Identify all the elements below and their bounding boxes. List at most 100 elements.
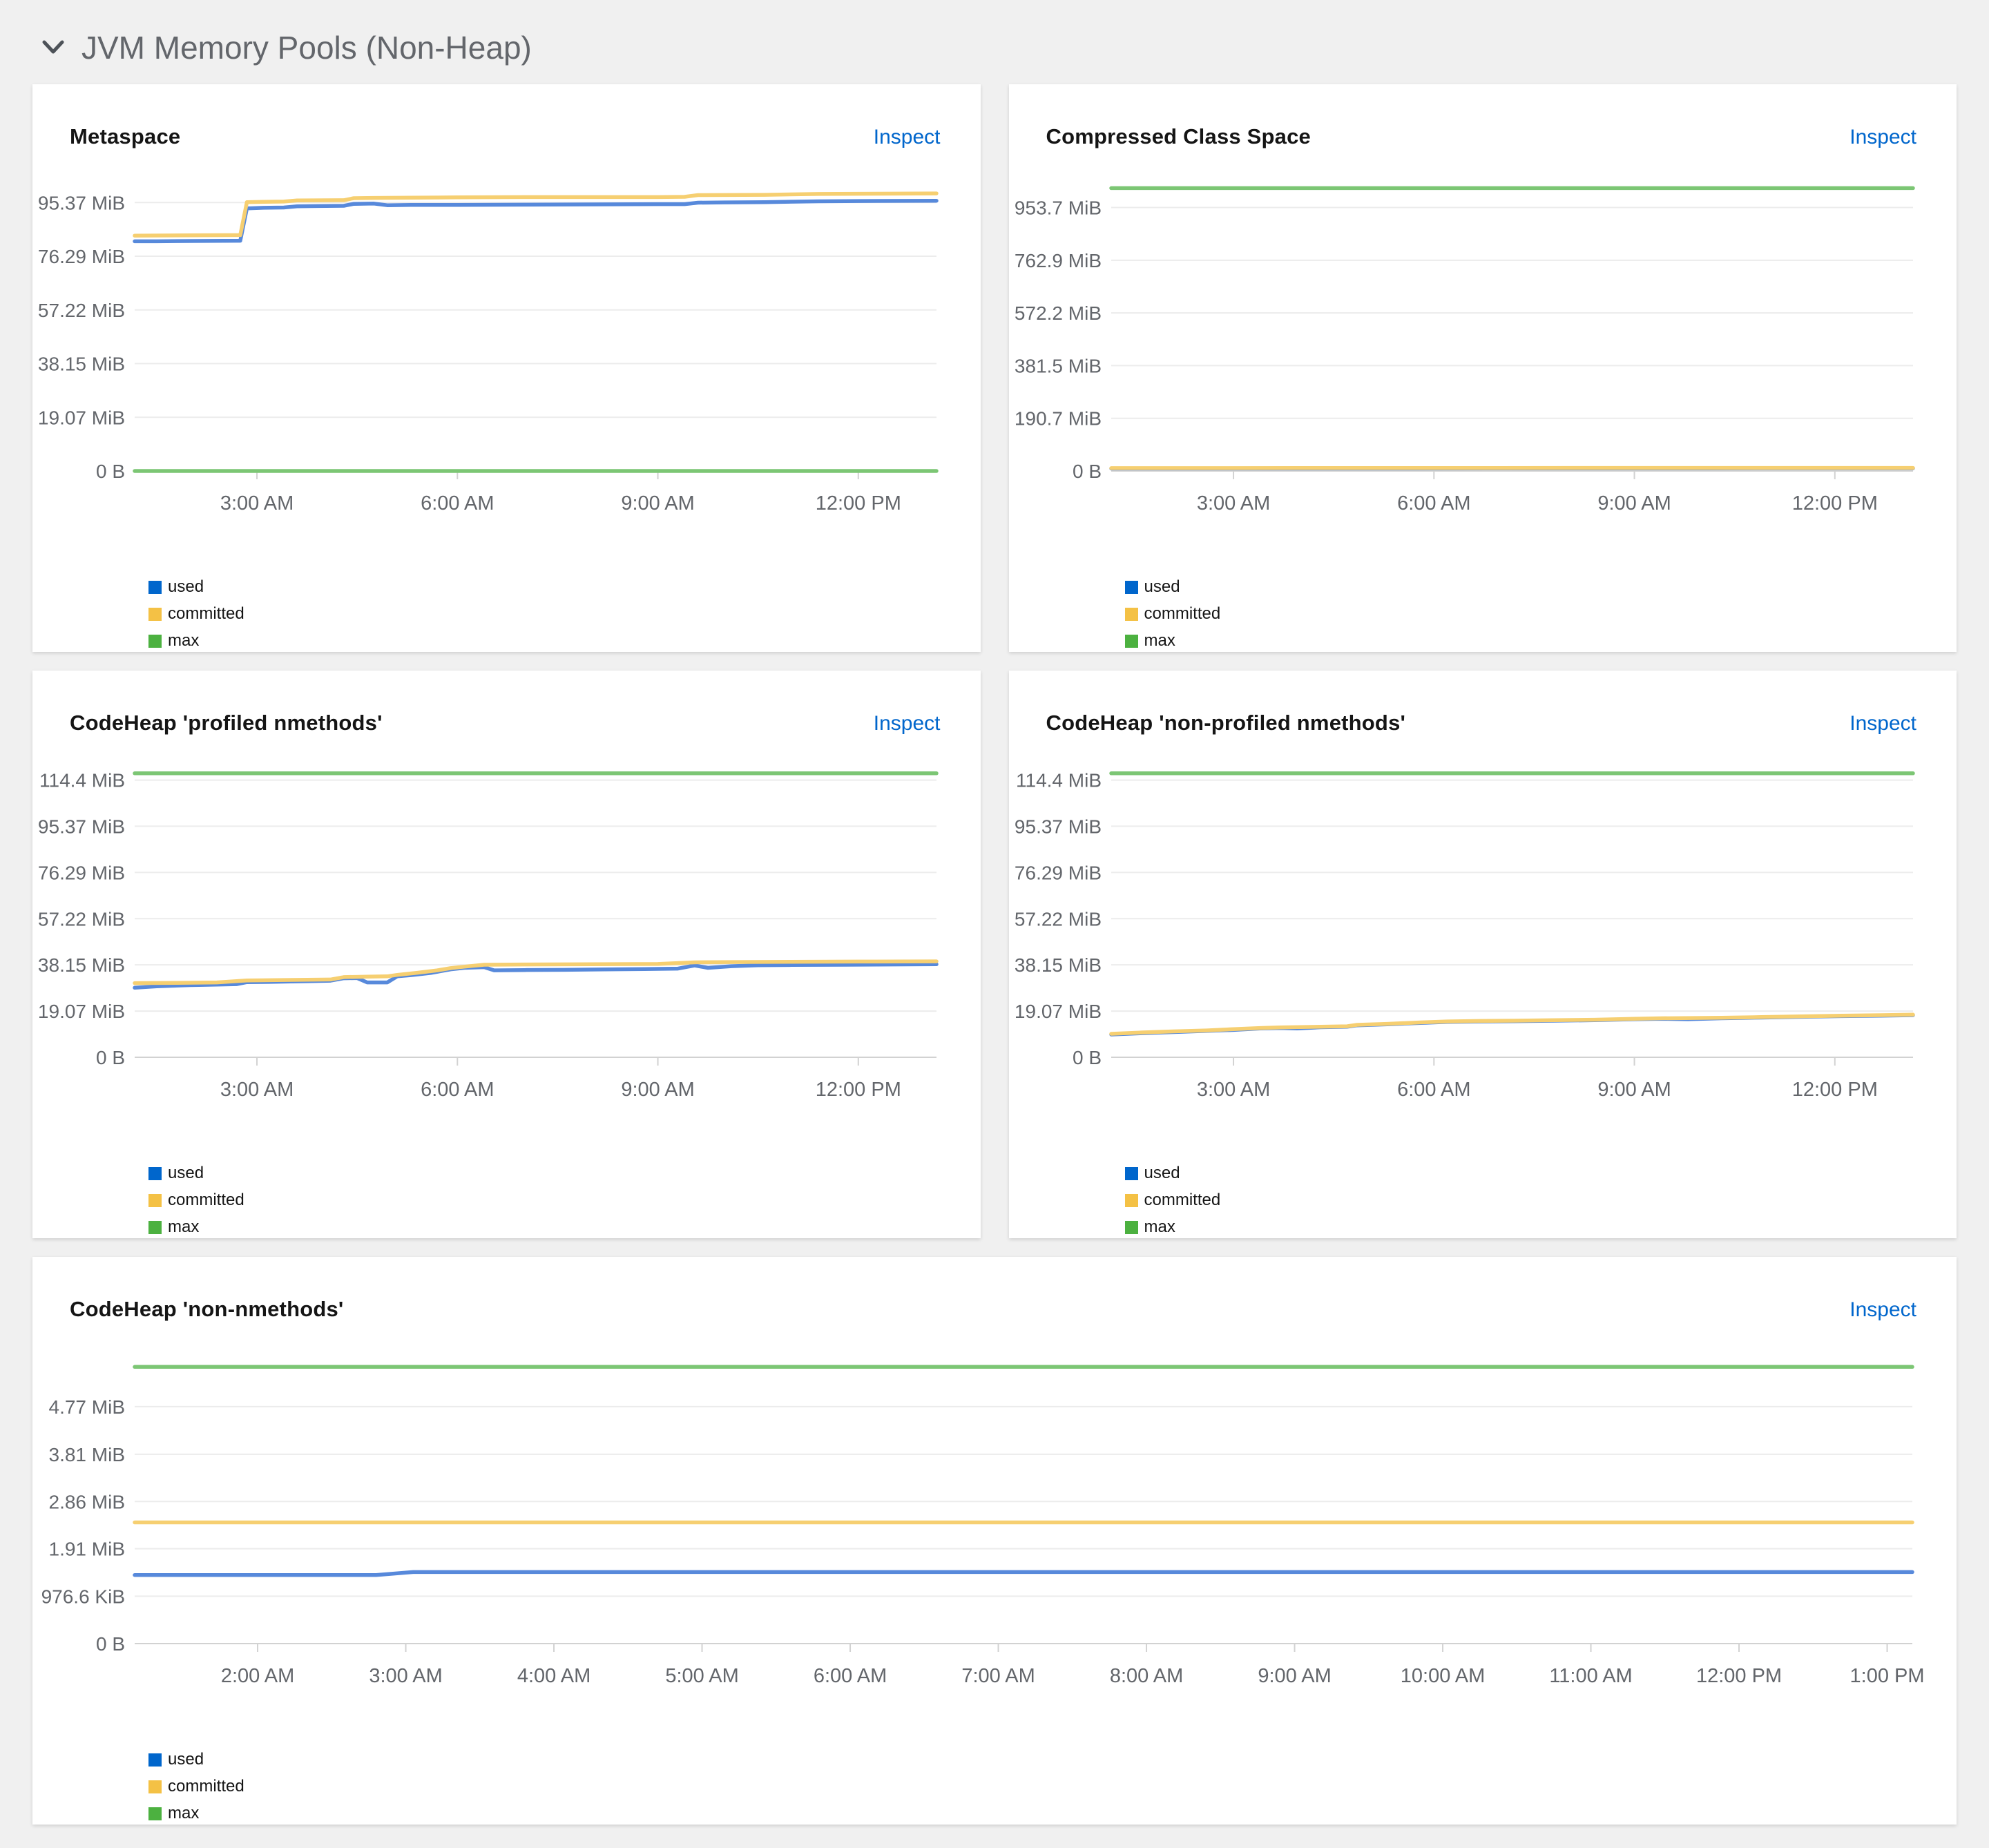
y-tick-label: 38.15 MiB: [38, 353, 125, 374]
x-tick-label: 5:00 AM: [665, 1665, 738, 1687]
inspect-link[interactable]: Inspect: [1849, 126, 1916, 149]
chart-canvas: 0 B 19.07 MiB 38.15 MiB 57.22 MiB 76.29 MiB 9…: [38, 191, 939, 514]
chart-title: CodeHeap 'non-profiled nmethods': [1046, 711, 1406, 735]
legend-label: max: [168, 1217, 200, 1236]
y-tick-label: 95.37 MiB: [1014, 816, 1101, 837]
chart-canvas: 0 B 190.7 MiB 381.5 MiB 572.2 MiB 762.9 MiB 9…: [1014, 186, 1915, 514]
chart-area[interactable]: 0 B 19.07 MiB 38.15 MiB 57.22 MiB 76.29 MiB 9…: [32, 159, 981, 576]
chart-canvas: 0 B 19.07 MiB 38.15 MiB 57.22 MiB 76.29 MiB 9…: [38, 770, 939, 1101]
y-tick-label: 0 B: [1072, 1047, 1101, 1068]
chart-canvas: 0 B 19.07 MiB 38.15 MiB 57.22 MiB 76.29 MiB 9…: [1014, 770, 1915, 1101]
legend-swatch-used: [148, 1753, 162, 1767]
legend-label: committed: [168, 1191, 244, 1209]
legend-item-used: used: [148, 577, 981, 597]
x-tick-label: 6:00 AM: [1397, 1079, 1470, 1101]
legend-label: max: [168, 631, 200, 650]
legend-swatch-max: [148, 1220, 162, 1234]
x-tick-label: 6:00 AM: [421, 492, 494, 514]
y-tick-label: 4.77 MiB: [49, 1396, 126, 1418]
chart-card-metaspace: Metaspace Inspect 0 B 19.07 MiB 38.15 MiB 5…: [32, 84, 981, 652]
y-tick-label: 114.4 MiB: [39, 770, 125, 791]
chevron-down-icon: [41, 39, 65, 57]
series-line-used: [133, 198, 939, 244]
inspect-link[interactable]: Inspect: [874, 126, 941, 149]
y-tick-label: 190.7 MiB: [1014, 408, 1101, 430]
x-tick-label: 6:00 AM: [421, 1079, 494, 1101]
legend-label: committed: [1144, 1191, 1221, 1209]
x-tick-label: 2:00 AM: [221, 1665, 294, 1687]
y-tick-label: 0 B: [96, 1633, 125, 1655]
chart-title: CodeHeap 'non-nmethods': [70, 1297, 344, 1321]
legend-item-max: max: [148, 1217, 981, 1237]
x-tick-label: 12:00 PM: [816, 1079, 901, 1101]
series-line-used: [133, 1570, 1914, 1577]
chart-card-compressed-class-space: Compressed Class Space Inspect 0 B 190.7 …: [1008, 84, 1957, 652]
legend-item-used: used: [148, 1164, 981, 1183]
legend-swatch-used: [148, 580, 162, 594]
legend-item-used: used: [1124, 577, 1957, 597]
legend-item-committed: committed: [1124, 1191, 1957, 1210]
legend-item-used: used: [1124, 1164, 1957, 1183]
legend-swatch-used: [1124, 580, 1138, 594]
legend-swatch-max: [148, 1807, 162, 1820]
series-line-used: [133, 962, 939, 990]
chart-area[interactable]: 0 B 190.7 MiB 381.5 MiB 572.2 MiB 762.9 MiB 9…: [1009, 159, 1957, 576]
x-tick-label: 7:00 AM: [961, 1665, 1035, 1687]
y-tick-label: 114.4 MiB: [1016, 770, 1102, 791]
legend-swatch-used: [1124, 1166, 1138, 1180]
legend-swatch-max: [1124, 634, 1138, 648]
y-tick-label: 572.2 MiB: [1014, 302, 1101, 324]
legend-swatch-committed: [1124, 607, 1138, 621]
chart-title: CodeHeap 'profiled nmethods': [70, 711, 383, 735]
chart-area[interactable]: 0 B 19.07 MiB 38.15 MiB 57.22 MiB 76.29 MiB 9…: [32, 745, 981, 1162]
legend-item-max: max: [1124, 1217, 1957, 1237]
x-tick-label: 9:00 AM: [1597, 1079, 1671, 1101]
x-tick-label: 3:00 AM: [1196, 1079, 1269, 1101]
section-toggle-jvm-memory-pools[interactable]: JVM Memory Pools (Non-Heap): [0, 0, 1989, 84]
dashboard-grid: Metaspace Inspect 0 B 19.07 MiB 38.15 MiB 5…: [0, 84, 1989, 1825]
y-tick-label: 0 B: [1072, 461, 1101, 482]
y-tick-label: 19.07 MiB: [1014, 1001, 1101, 1022]
y-tick-label: 57.22 MiB: [38, 300, 125, 321]
y-tick-label: 762.9 MiB: [1014, 250, 1101, 271]
y-tick-label: 19.07 MiB: [38, 1001, 125, 1022]
legend-label: max: [168, 1804, 200, 1822]
legend-label: used: [168, 1750, 204, 1769]
legend-label: used: [1144, 577, 1180, 596]
y-tick-label: 953.7 MiB: [1014, 198, 1101, 219]
x-tick-label: 8:00 AM: [1110, 1665, 1183, 1687]
legend-item-used: used: [148, 1750, 1957, 1769]
inspect-link[interactable]: Inspect: [1849, 1298, 1916, 1322]
legend-item-max: max: [1124, 631, 1957, 651]
chart-card-codeheap-profiled-nmethods: CodeHeap 'profiled nmethods' Inspect 0 B…: [32, 671, 981, 1238]
legend-item-max: max: [148, 631, 981, 651]
inspect-link[interactable]: Inspect: [874, 712, 941, 735]
chart-title: Compressed Class Space: [1046, 124, 1311, 148]
y-tick-label: 976.6 KiB: [41, 1586, 125, 1607]
chart-area[interactable]: 0 B 19.07 MiB 38.15 MiB 57.22 MiB 76.29 MiB 9…: [1009, 745, 1957, 1162]
chart-legend: used committed max: [1124, 577, 1957, 651]
y-tick-label: 38.15 MiB: [38, 954, 125, 976]
legend-label: used: [168, 1164, 204, 1182]
x-tick-label: 3:00 AM: [369, 1665, 442, 1687]
chart-legend: used committed max: [1124, 1164, 1957, 1237]
x-tick-label: 12:00 PM: [1791, 1079, 1877, 1101]
y-tick-label: 0 B: [96, 461, 125, 482]
x-tick-label: 12:00 PM: [816, 492, 901, 514]
legend-label: max: [1144, 631, 1175, 650]
x-tick-label: 9:00 AM: [1597, 492, 1671, 514]
x-tick-label: 11:00 AM: [1549, 1665, 1632, 1687]
legend-item-committed: committed: [148, 1191, 981, 1210]
legend-swatch-used: [148, 1166, 162, 1180]
chart-legend: used committed max: [148, 1750, 1957, 1823]
legend-label: used: [168, 577, 204, 596]
series-line-committed: [1108, 1012, 1915, 1036]
inspect-link[interactable]: Inspect: [1849, 712, 1916, 735]
chart-legend: used committed max: [148, 577, 981, 651]
x-tick-label: 4:00 AM: [517, 1665, 590, 1687]
x-tick-label: 3:00 AM: [220, 1079, 294, 1101]
y-tick-label: 19.07 MiB: [38, 407, 125, 428]
legend-swatch-committed: [148, 607, 162, 621]
x-tick-label: 6:00 AM: [1397, 492, 1470, 514]
chart-area[interactable]: 0 B 976.6 KiB 1.91 MiB 2.86 MiB 3.81 MiB 4.77…: [32, 1331, 1957, 1749]
